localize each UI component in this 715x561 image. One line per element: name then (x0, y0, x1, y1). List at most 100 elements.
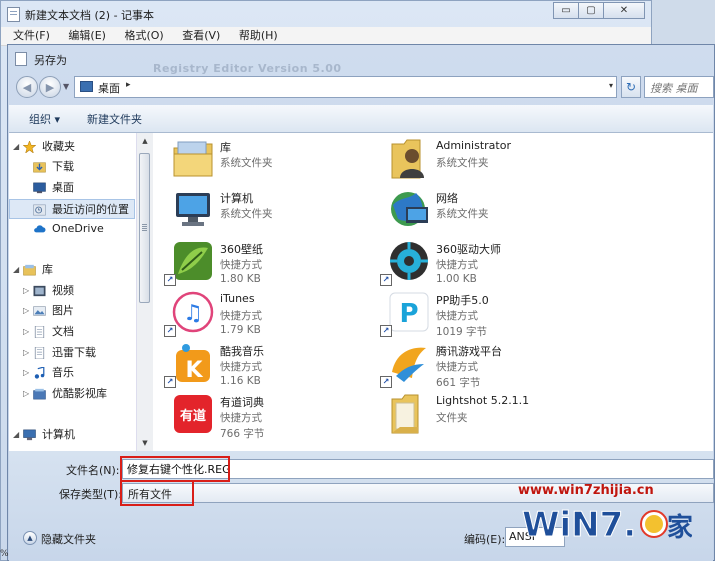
nav-music[interactable]: ▷ 音乐 (9, 363, 135, 383)
nav-computer[interactable]: ◢ 计算机 (9, 425, 135, 445)
tencent-games-app-icon (392, 347, 426, 382)
menu-view[interactable]: 查看(V) (182, 27, 220, 45)
nav-libraries[interactable]: ◢ 库 (9, 260, 135, 280)
site-url-watermark: www.win7zhijia.cn (518, 483, 654, 498)
shortcut-arrow-icon: ↗ (380, 325, 392, 337)
menu-edit[interactable]: 编辑(E) (68, 27, 106, 45)
minimize-button[interactable]: ▭ (553, 2, 579, 19)
maximize-button[interactable]: ▢ (578, 2, 604, 19)
close-button[interactable]: ✕ (603, 2, 645, 19)
file-item-network[interactable]: 网络 系统文件夹 (380, 185, 590, 235)
scroll-down-arrow-icon[interactable]: ▼ (137, 435, 153, 451)
file-name: 计算机 (220, 192, 253, 205)
file-item-library[interactable]: 库 系统文件夹 (164, 134, 374, 184)
file-size: 661 字节 (436, 377, 481, 389)
file-item-kuwo-music[interactable]: K ↗ 酷我音乐 快捷方式 1.16 KB (164, 338, 374, 388)
nav-videos[interactable]: ▷ 视频 (9, 281, 135, 301)
file-size: 1.79 KB (220, 324, 261, 336)
file-item-youdao-dict[interactable]: 有道 有道词典 快捷方式 766 字节 (164, 389, 374, 440)
file-item-pp-assistant[interactable]: P ↗ PP助手5.0 快捷方式 1019 字节 (380, 287, 590, 338)
expand-icon[interactable]: ◢ (13, 260, 19, 280)
file-item-administrator[interactable]: Administrator 系统文件夹 (380, 134, 590, 184)
nav-documents[interactable]: ▷ 文档 (9, 322, 135, 342)
file-name: iTunes (220, 292, 255, 305)
recent-pages-dropdown[interactable]: ▼ (63, 82, 69, 91)
menu-help[interactable]: 帮助(H) (239, 27, 278, 45)
nav-onedrive[interactable]: OneDrive (9, 219, 135, 239)
file-type: 快捷方式 (220, 361, 262, 373)
documents-icon (34, 326, 45, 338)
collapse-icon[interactable]: ▷ (23, 281, 29, 301)
nav-recent-places[interactable]: 最近访问的位置 (9, 199, 135, 219)
menu-format[interactable]: 格式(O) (124, 27, 163, 45)
filename-highlight (120, 456, 230, 482)
search-input[interactable] (645, 77, 714, 97)
expand-icon[interactable]: ◢ (13, 425, 19, 445)
nav-scrollbar[interactable]: ▲ ▼ (136, 133, 153, 451)
organize-button[interactable]: 组织 ▾ (29, 111, 60, 127)
shortcut-arrow-icon: ↗ (164, 376, 176, 388)
pictures-icon (33, 306, 46, 316)
file-list: 库 系统文件夹 Administrator 系统文件夹 计算机 系统文件夹 网络… (156, 133, 713, 451)
file-name: 360驱动大师 (436, 243, 501, 256)
svg-text:♫: ♫ (183, 301, 203, 326)
thunder-downloads-icon (34, 347, 45, 359)
svg-text:有道: 有道 (180, 408, 206, 424)
menu-file[interactable]: 文件(F) (13, 27, 50, 45)
nav-thunder-downloads[interactable]: ▷ 迅雷下载 (9, 343, 135, 363)
file-type: 快捷方式 (436, 310, 478, 322)
file-item-360-driver-master[interactable]: ↗ 360驱动大师 快捷方式 1.00 KB (380, 236, 590, 286)
address-bar[interactable]: 桌面 ▸ ▾ (74, 76, 617, 98)
file-name: 酷我音乐 (220, 345, 264, 358)
nav-favorites[interactable]: ◢ 收藏夹 (9, 137, 135, 157)
file-item-lightshot[interactable]: Lightshot 5.2.1.1 文件夹 (380, 389, 590, 439)
nav-label: 计算机 (42, 428, 75, 441)
file-item-tencent-game-platform[interactable]: ↗ 腾讯游戏平台 快捷方式 661 字节 (380, 338, 590, 389)
collapse-icon[interactable]: ▷ (23, 322, 29, 342)
breadcrumb-desktop[interactable]: 桌面 (98, 80, 120, 96)
collapse-icon[interactable]: ▷ (23, 384, 29, 404)
nav-label: 视频 (52, 284, 74, 297)
address-dropdown-icon[interactable]: ▾ (609, 81, 613, 90)
shortcut-arrow-icon: ↗ (380, 274, 392, 286)
file-item-itunes[interactable]: ♫ ↗ iTunes 快捷方式 1.79 KB (164, 287, 374, 337)
navigation-pane: ◢ 收藏夹 下载 桌面 最近访问的位置 OneDrive ◢ 库 ▷ 视频 ▷ … (9, 133, 135, 451)
notepad-titlebar: 新建文本文档 (2) - 记事本 ▭ ▢ ✕ (1, 1, 651, 27)
nav-label: 图片 (52, 304, 74, 317)
nav-downloads[interactable]: 下载 (9, 157, 135, 177)
downloads-folder-icon (33, 162, 46, 173)
filetype-highlight (120, 480, 194, 506)
svg-text:WiN7.: WiN7. (522, 505, 636, 545)
file-size: 766 字节 (220, 428, 265, 440)
nav-label: 下载 (52, 160, 74, 173)
collapse-icon[interactable]: ▷ (23, 301, 29, 321)
breadcrumb-chevron-icon[interactable]: ▸ (126, 80, 131, 90)
nav-label: 最近访问的位置 (52, 203, 129, 216)
file-type: 系统文件夹 (436, 208, 489, 220)
kuwo-music-app-icon: K (176, 344, 210, 383)
dialog-title: 另存为 (34, 54, 67, 67)
nav-desktop[interactable]: 桌面 (9, 178, 135, 198)
expand-icon[interactable]: ◢ (13, 137, 19, 157)
file-type: 系统文件夹 (436, 157, 489, 169)
file-item-360-wallpaper[interactable]: ↗ 360壁纸 快捷方式 1.80 KB (164, 236, 374, 286)
forward-button[interactable]: ▶ (39, 76, 61, 98)
search-box[interactable] (644, 76, 714, 98)
dialog-titlebar: 另存为 Registry Editor Version 5.00 (8, 45, 714, 75)
nav-youku-library[interactable]: ▷ 优酷影视库 (9, 384, 135, 404)
new-folder-button[interactable]: 新建文件夹 (87, 111, 142, 127)
file-item-computer[interactable]: 计算机 系统文件夹 (164, 185, 374, 235)
nav-pictures[interactable]: ▷ 图片 (9, 301, 135, 321)
scroll-thumb[interactable] (139, 153, 150, 303)
encoding-label: 编码(E): (464, 533, 506, 546)
nav-label: 迅雷下载 (52, 346, 96, 359)
file-type: 快捷方式 (220, 259, 262, 271)
file-name: PP助手5.0 (436, 294, 489, 307)
desktop-icon (33, 182, 46, 194)
refresh-button[interactable]: ↻ (621, 76, 641, 98)
youdao-dictionary-app-icon: 有道 (174, 395, 212, 433)
collapse-icon[interactable]: ▷ (23, 363, 29, 383)
back-button[interactable]: ◀ (16, 76, 38, 98)
collapse-icon[interactable]: ▷ (23, 343, 29, 363)
scroll-up-arrow-icon[interactable]: ▲ (137, 133, 153, 149)
